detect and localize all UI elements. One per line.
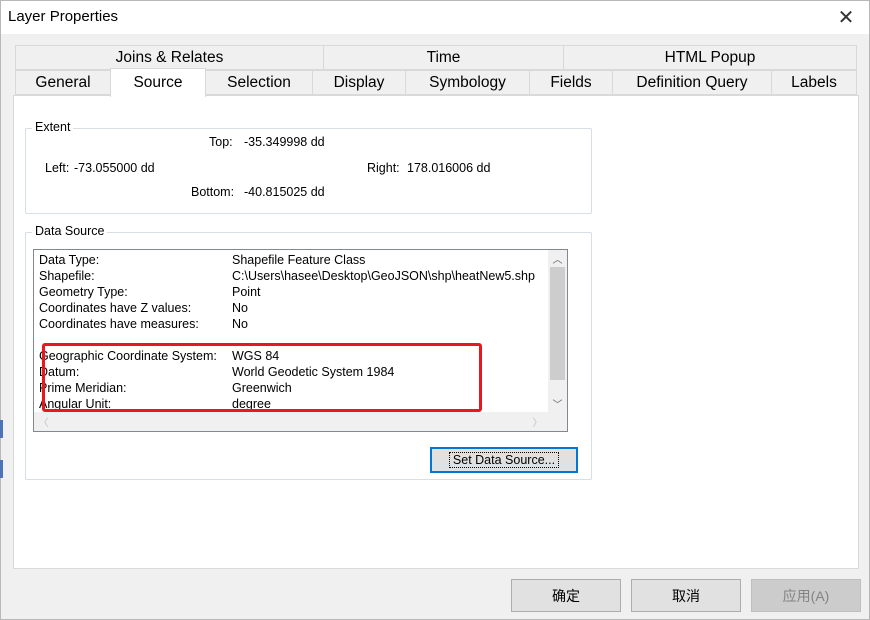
tab-selection[interactable]: Selection: [205, 70, 313, 95]
scroll-right-icon[interactable]: 〉: [528, 413, 547, 430]
scroll-thumb[interactable]: [550, 267, 565, 380]
cancel-button[interactable]: 取消: [631, 579, 741, 612]
highlight-annotation-box: [42, 343, 482, 412]
extent-legend: Extent: [32, 120, 74, 134]
data-source-legend: Data Source: [32, 224, 108, 238]
scroll-down-icon[interactable]: ﹀: [548, 395, 567, 412]
vertical-scrollbar[interactable]: ︿ ﹀: [548, 250, 567, 412]
extent-right-label: Right:: [367, 161, 400, 175]
set-data-source-label: Set Data Source...: [448, 452, 560, 468]
extent-bottom-value: -40.815025 dd: [244, 185, 325, 199]
tab-source[interactable]: Source: [110, 68, 206, 97]
tab-general[interactable]: General: [15, 70, 111, 95]
tab-symbology[interactable]: Symbology: [405, 70, 530, 95]
window-title: Layer Properties: [8, 8, 119, 25]
background-window-edge: [0, 460, 3, 478]
extent-top-value: -35.349998 dd: [244, 135, 325, 149]
background-window-edge: [0, 420, 3, 438]
tab-display[interactable]: Display: [312, 70, 406, 95]
layer-properties-dialog: Layer Properties ✕ Joins & Relates Time …: [0, 0, 870, 620]
tab-html-popup[interactable]: HTML Popup: [563, 45, 857, 70]
tab-time[interactable]: Time: [323, 45, 564, 70]
scroll-up-icon[interactable]: ︿: [548, 250, 567, 267]
tab-labels[interactable]: Labels: [771, 70, 857, 95]
extent-bottom-label: Bottom:: [191, 185, 235, 199]
set-data-source-button[interactable]: Set Data Source...: [430, 447, 578, 473]
extent-left-label: Left:: [45, 161, 70, 175]
extent-right-value: 178.016006 dd: [407, 161, 491, 175]
horizontal-scrollbar[interactable]: 〈 〉: [34, 412, 567, 431]
tab-definition-query[interactable]: Definition Query: [612, 70, 772, 95]
apply-button[interactable]: 应用(A): [751, 579, 861, 612]
source-panel: Extent Top: -35.349998 dd Left: -73.0550…: [13, 95, 859, 569]
extent-group: Extent Top: -35.349998 dd Left: -73.0550…: [25, 120, 592, 214]
title-bar[interactable]: Layer Properties ✕: [1, 1, 869, 34]
extent-left-value: -73.055000 dd: [74, 161, 155, 175]
extent-top-label: Top:: [209, 135, 233, 149]
close-icon[interactable]: ✕: [823, 1, 869, 34]
tab-joins-relates[interactable]: Joins & Relates: [15, 45, 324, 70]
tab-fields[interactable]: Fields: [529, 70, 613, 95]
ok-button[interactable]: 确定: [511, 579, 621, 612]
scroll-left-icon[interactable]: 〈: [34, 413, 53, 430]
